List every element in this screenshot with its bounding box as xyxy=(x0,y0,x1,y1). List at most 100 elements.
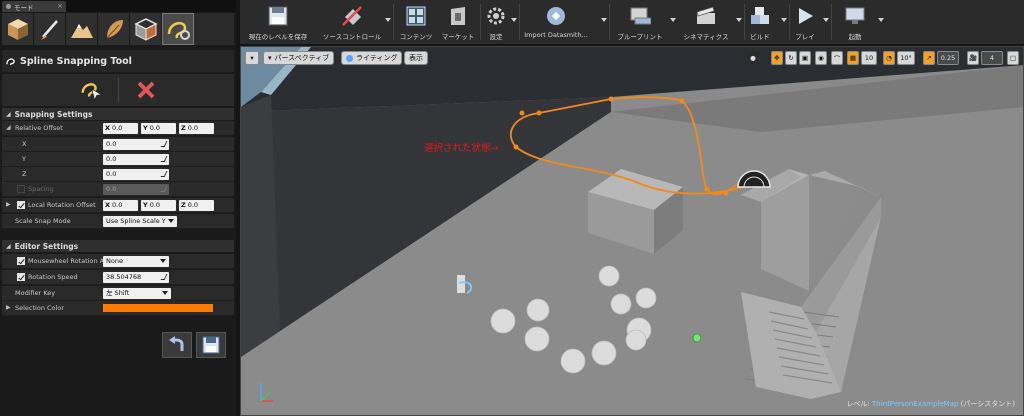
rotate-mode-icon[interactable]: ↻ xyxy=(785,51,797,65)
modifier-key-dropdown[interactable]: 左 Shift xyxy=(103,288,171,299)
offset-z-input[interactable]: 0.0 xyxy=(103,169,169,180)
expand-arrow-icon[interactable]: ◢ xyxy=(6,124,11,131)
import-datasmith-button[interactable]: Import Datasmith... xyxy=(522,0,590,44)
camera-speed-icon[interactable]: 🎥 xyxy=(967,51,979,65)
spline-tool-icon xyxy=(167,21,190,40)
marketplace-button[interactable]: マーケット xyxy=(438,0,478,44)
chevron-down-icon: ▾ xyxy=(268,54,272,62)
editor-settings-header[interactable]: ◢ Editor Settings xyxy=(2,240,234,252)
blueprint-icon xyxy=(630,7,651,25)
place-mode-button[interactable] xyxy=(2,13,34,45)
grid-snap-icon[interactable]: ▦ xyxy=(847,51,859,65)
play-button[interactable]: プレイ xyxy=(792,0,818,44)
realtime-icon[interactable]: ● xyxy=(747,51,759,65)
toolbar-separator xyxy=(519,4,520,40)
scale-snap-value[interactable]: 0.25 xyxy=(937,51,959,65)
rotation-speed-input[interactable]: 38.504768 xyxy=(103,272,169,283)
expand-arrow-icon[interactable]: ▶ xyxy=(6,304,11,311)
surface-snap-icon[interactable]: ⌒ xyxy=(831,51,843,65)
spacing-row: Spacing 0.0 xyxy=(2,182,234,197)
relative-offset-z-field[interactable]: Z 0.0 xyxy=(179,123,214,134)
clapperboard-icon xyxy=(696,6,715,24)
scale-snap-icon[interactable]: ↗ xyxy=(923,51,935,65)
scale-snap-mode-dropdown[interactable]: Use Spline Scale Y xyxy=(103,216,177,227)
modifier-key-row: Modifier Key 左 Shift xyxy=(2,286,234,301)
relative-offset-x-field[interactable]: X 0.0 xyxy=(103,123,138,134)
maximize-viewport-icon[interactable]: □ xyxy=(1007,51,1019,65)
cinematics-button[interactable]: シネマティクス xyxy=(678,0,734,44)
modifier-key-label: Modifier Key xyxy=(15,289,56,297)
foliage-mode-button[interactable] xyxy=(98,13,130,45)
floppy-disk-icon xyxy=(202,336,220,354)
chevron-down-icon[interactable] xyxy=(670,18,676,22)
cancel-snap-button[interactable] xyxy=(133,77,159,103)
chevron-down-icon[interactable] xyxy=(781,18,787,22)
show-button[interactable]: 表示 xyxy=(404,51,428,65)
local-rotation-x-field[interactable]: X 0.0 xyxy=(103,200,138,211)
stair-platform-left xyxy=(741,195,761,269)
content-button[interactable]: コンテンツ xyxy=(396,0,436,44)
world-local-icon[interactable]: ◉ xyxy=(815,51,827,65)
level-viewport[interactable]: ▾ ▾ パースペクティブ ライティング 表示 ● ✥ ↻ ▣ ◉ ⌒ ▦ 10 … xyxy=(240,46,1024,416)
spacing-checkbox[interactable] xyxy=(17,185,25,193)
source-control-button[interactable]: ソースコントロール xyxy=(316,0,388,44)
scale-mode-icon[interactable]: ▣ xyxy=(799,51,811,65)
spline-snapping-mode-button[interactable] xyxy=(162,13,194,45)
chevron-down-icon[interactable] xyxy=(385,18,391,22)
rotation-speed-checkbox[interactable] xyxy=(17,273,25,281)
local-rotation-y-field[interactable]: Y 0.0 xyxy=(141,200,176,211)
chevron-down-icon[interactable] xyxy=(878,18,884,22)
blueprints-button[interactable]: ブループリント xyxy=(612,0,668,44)
main-toolbar: 現在のレベルを保存 ソースコントロール コンテンツ マーケット 設定 Impor… xyxy=(240,0,1024,44)
save-settings-button[interactable] xyxy=(196,332,226,358)
scale-snap-mode-row: Scale Snap Mode Use Spline Scale Y xyxy=(2,214,234,229)
expand-arrow-icon[interactable]: ▶ xyxy=(6,201,11,208)
chevron-down-icon xyxy=(168,219,174,223)
tool-title: Spline Snapping Tool xyxy=(20,55,132,67)
chevron-down-icon[interactable] xyxy=(823,18,829,22)
paint-mode-button[interactable] xyxy=(34,13,66,45)
offset-y-input[interactable]: 0.0 xyxy=(103,154,169,165)
toolbar-separator xyxy=(117,78,119,102)
close-icon[interactable]: × xyxy=(57,2,63,10)
undo-button[interactable] xyxy=(162,332,192,358)
launch-button[interactable]: 起動 xyxy=(837,0,873,44)
snap-select-button[interactable] xyxy=(78,77,104,103)
mousewheel-rotation-dropdown[interactable]: None xyxy=(103,256,169,267)
rotation-snap-icon[interactable]: ◔ xyxy=(883,51,895,65)
offset-x-input[interactable]: 0.0 xyxy=(103,139,169,150)
selection-color-swatch[interactable] xyxy=(103,304,213,312)
local-rotation-z-field[interactable]: Z 0.0 xyxy=(179,200,214,211)
rotation-snap-value[interactable]: 10° xyxy=(897,51,915,65)
landscape-mode-button[interactable] xyxy=(66,13,98,45)
viewport-options-button[interactable]: ▾ xyxy=(245,51,259,65)
lighting-button[interactable]: ライティング xyxy=(341,51,403,65)
perspective-label: パースペクティブ xyxy=(274,54,330,62)
offset-z-row: Z 0.0 xyxy=(2,167,234,182)
chevron-down-icon[interactable] xyxy=(511,18,517,22)
modes-tab[interactable]: モード × xyxy=(2,1,66,12)
grid-snap-value[interactable]: 10 xyxy=(861,51,877,65)
build-button[interactable]: ビルド xyxy=(747,0,773,44)
snapping-settings-header[interactable]: ◢ Snapping Settings xyxy=(2,108,234,120)
scene-render xyxy=(241,47,1023,415)
mousewheel-rotation-checkbox[interactable] xyxy=(17,257,25,265)
chevron-down-icon[interactable] xyxy=(736,18,742,22)
spacing-input[interactable]: 0.0 xyxy=(103,184,169,195)
local-rotation-offset-checkbox[interactable] xyxy=(17,201,25,209)
modes-tab-label: モード xyxy=(14,3,34,12)
relative-offset-y-field[interactable]: Y 0.0 xyxy=(141,123,176,134)
green-actor-icon xyxy=(692,333,702,343)
geometry-mode-button[interactable] xyxy=(130,13,162,45)
save-level-button[interactable]: 現在のレベルを保存 xyxy=(242,0,314,44)
chevron-down-icon[interactable] xyxy=(601,18,607,22)
blueprints-label: ブループリント xyxy=(617,33,663,41)
show-label: 表示 xyxy=(409,54,423,62)
move-mode-icon[interactable]: ✥ xyxy=(771,51,783,65)
selection-color-row: ▶ Selection Color xyxy=(2,301,234,316)
selected-state-annotation: 選択された状態→ xyxy=(424,143,499,154)
settings-button[interactable]: 設定 xyxy=(483,0,509,44)
level-name: ThirdPersonExampleMap xyxy=(871,400,959,408)
camera-speed-value[interactable]: 4 xyxy=(981,51,1003,65)
perspective-button[interactable]: ▾ パースペクティブ xyxy=(263,51,335,65)
